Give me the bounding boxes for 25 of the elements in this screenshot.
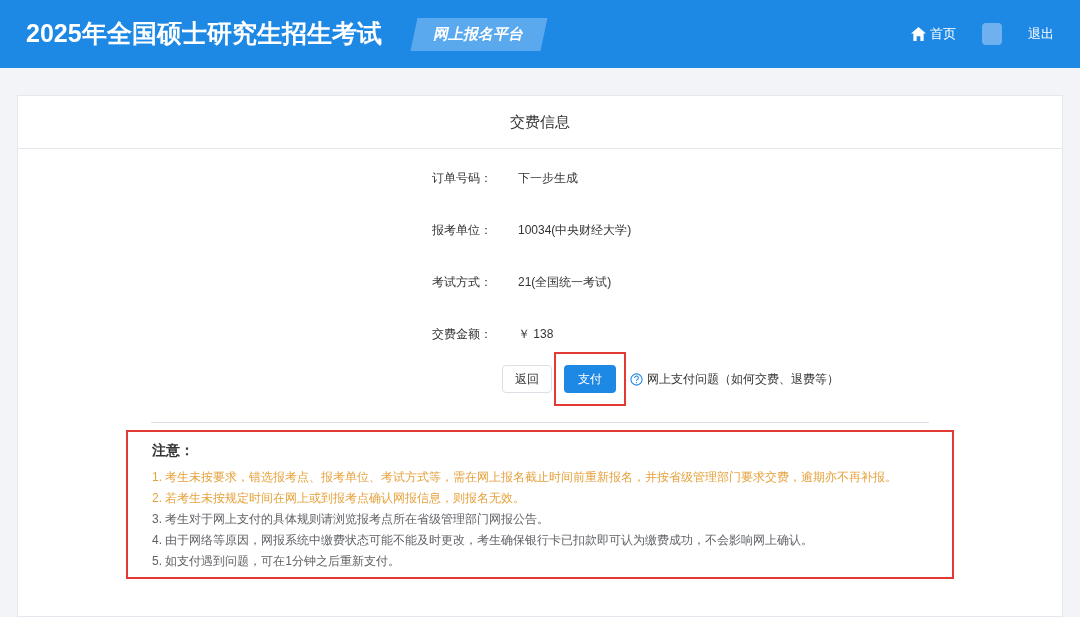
help-link[interactable]: 网上支付问题（如何交费、退费等）: [630, 370, 839, 388]
home-icon: [911, 27, 926, 41]
notice-item: 2. 若考生未按规定时间在网上或到报考点确认网报信息，则报名无效。: [152, 490, 527, 506]
field-value: 下一步生成: [518, 169, 578, 187]
field-label: 订单号码：: [432, 169, 493, 187]
notice-item: 3. 考生对于网上支付的具体规则请浏览报考点所在省级管理部门网报公告。: [152, 511, 551, 527]
field-value: 10034(中央财经大学): [518, 221, 632, 239]
notice-item: 5. 如支付遇到问题，可在1分钟之后重新支付。: [152, 553, 401, 569]
platform-badge: 网上报名平台: [410, 17, 548, 51]
logout-link[interactable]: 退出: [1028, 24, 1054, 44]
field-value: ￥ 138: [518, 325, 554, 343]
notice-item: 1. 考生未按要求，错选报考点、报考单位、考试方式等，需在网上报名截止时间前重新报名，并按省级管理部门要求交费，逾期亦不再补报。: [152, 469, 899, 485]
field-label: 报考单位：: [432, 221, 493, 239]
page-title: 2025年全国硕士研究生招生考试: [26, 18, 382, 50]
home-link[interactable]: 首页: [911, 24, 956, 44]
field-label: 考试方式：: [432, 273, 493, 291]
notice-item: 4. 由于网络等原因，网报系统中缴费状态可能不能及时更改，考生确保银行卡已扣款即可认为缴费成功，不会影响网上确认。: [152, 532, 815, 548]
card-title: 交费信息: [18, 96, 1062, 149]
avatar[interactable]: [982, 23, 1002, 45]
notice-title: 注意：: [152, 441, 195, 460]
back-button[interactable]: 返回: [502, 365, 552, 393]
field-value: 21(全国统一考试): [518, 273, 612, 291]
help-icon: [630, 372, 643, 386]
field-label: 交费金额：: [432, 325, 493, 343]
pay-button[interactable]: 支付: [564, 365, 616, 393]
